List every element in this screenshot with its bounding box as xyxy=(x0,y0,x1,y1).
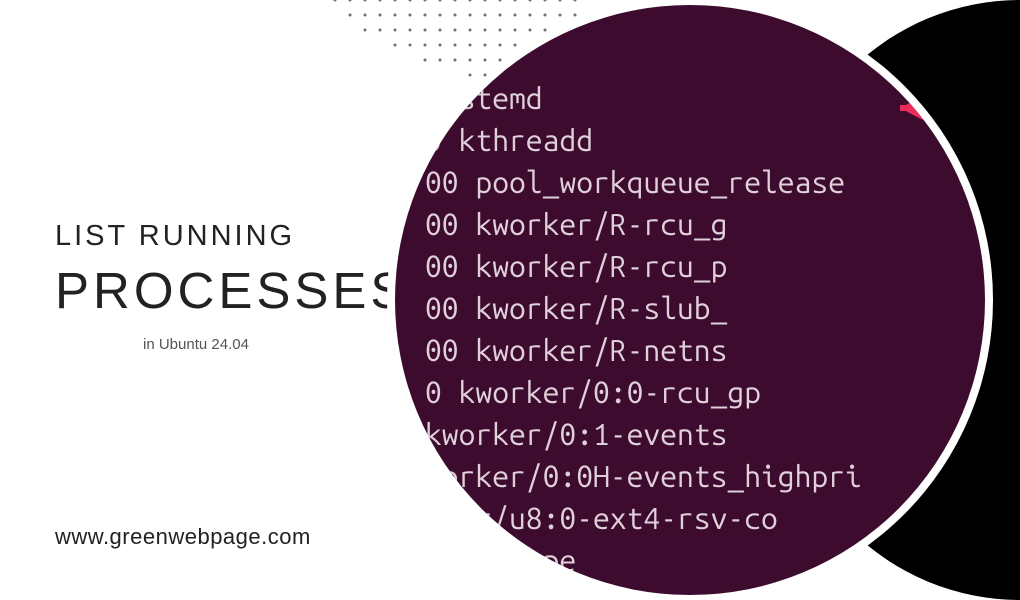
subtitle: in Ubuntu 24.04 xyxy=(143,336,408,353)
terminal-line: r/R-mm_pe xyxy=(395,539,985,581)
terminal-line: worker/0:0H-events_highpri xyxy=(395,455,985,497)
terminal-line: MD xyxy=(395,35,985,77)
terminal-line: kworker/0:1-events xyxy=(395,413,985,455)
text-block: LIST RUNNING PROCESSES in Ubuntu 24.04 xyxy=(55,220,408,353)
website-url: www.greenwebpage.com xyxy=(55,524,311,550)
terminal-screenshot: MD systemd 0 kthreadd 00 pool_workqueue_… xyxy=(395,5,985,595)
terminal-line: 00 pool_workqueue_release xyxy=(395,161,985,203)
terminal-line: rker/u8:0-ext4-rsv-co xyxy=(395,497,985,539)
arrow-icon xyxy=(895,88,985,128)
terminal-line: 00 kworker/R-slub_ xyxy=(395,287,985,329)
terminal-line: 00 kworker/R-rcu_p xyxy=(395,245,985,287)
terminal-line: 00 kworker/R-netns xyxy=(395,329,985,371)
title-line-2: PROCESSES xyxy=(55,261,408,320)
terminal-line: 0 kworker/0:0-rcu_gp xyxy=(395,371,985,413)
title-line-1: LIST RUNNING xyxy=(55,220,408,253)
canvas: LIST RUNNING PROCESSES in Ubuntu 24.04 w… xyxy=(0,0,1020,600)
terminal-line: 00 kworker/R-rcu_g xyxy=(395,203,985,245)
